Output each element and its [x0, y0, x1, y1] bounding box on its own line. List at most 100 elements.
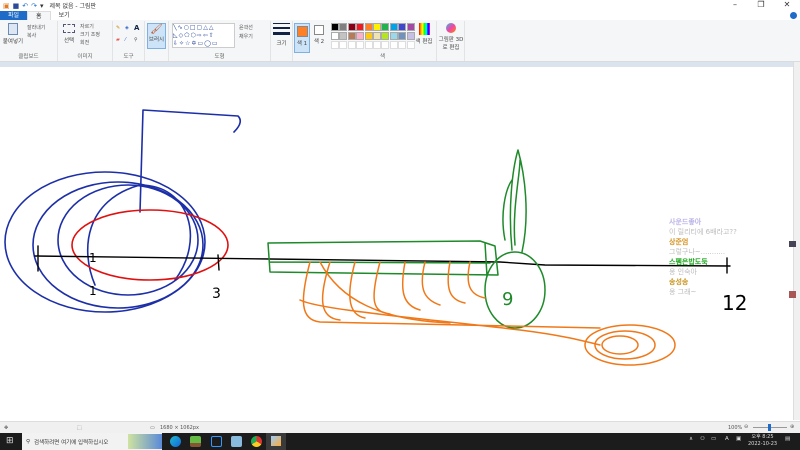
paint3d-button[interactable]: 그림판 3D로 편집 — [438, 23, 464, 51]
text-tool-icon[interactable]: A — [134, 24, 139, 32]
palette-swatch[interactable] — [389, 32, 398, 40]
ime-mode-icon[interactable]: ▣ — [736, 436, 741, 442]
color-selectors: 색 1 색 2 — [293, 21, 329, 61]
palette-swatch[interactable] — [381, 32, 390, 40]
zoom-in-button[interactable]: ⊕ — [790, 424, 794, 430]
shapes-gallery[interactable]: ╲∿○□▢△△ ◺◇⬠⬡⇨⇦⇧ ⇩✧☆✡▭◯▭ — [172, 23, 235, 48]
color1-button[interactable]: 색 1 — [294, 23, 310, 53]
paste-button[interactable]: 붙여넣기 — [2, 23, 24, 45]
colors-group-label: 색 — [379, 54, 386, 60]
color-picker-icon[interactable]: ⁄ — [125, 37, 126, 43]
minecraft-icon[interactable] — [190, 436, 201, 447]
undo-icon[interactable]: ↶ — [22, 2, 28, 10]
vegas-icon[interactable] — [211, 436, 222, 447]
brushes-button[interactable]: 🖌 브러시 — [147, 23, 166, 49]
palette-swatch[interactable] — [339, 32, 348, 40]
show-hidden-icons[interactable]: ∧ — [689, 436, 693, 442]
empty-swatch[interactable] — [373, 41, 381, 49]
clock-date: 2022-10-23 — [748, 441, 778, 447]
paint3d-group: 그림판 3D로 편집 — [437, 21, 465, 61]
taskbar-search-box[interactable]: ⚲ 검색하려면 여기에 입력하십시오 — [22, 433, 162, 450]
chrome-icon[interactable] — [251, 436, 262, 447]
palette-swatch[interactable] — [398, 23, 407, 31]
palette-swatch[interactable] — [373, 32, 381, 40]
cut-button[interactable]: 잘라내기 — [27, 24, 45, 31]
paint-taskbar-button[interactable] — [266, 433, 286, 450]
edge-icon[interactable] — [170, 436, 181, 447]
palette-swatch[interactable] — [356, 32, 365, 40]
palette-swatch[interactable] — [373, 23, 381, 31]
palette-swatch[interactable] — [347, 32, 356, 40]
search-highlight-image — [127, 434, 162, 449]
network-icon[interactable]: ⚇ — [700, 436, 705, 442]
title-bar: ▣ ■ ↶ ↷ ▾ 제목 없음 - 그림판 – ❐ ✕ — [0, 0, 800, 11]
empty-swatch[interactable] — [364, 41, 373, 49]
copy-button[interactable]: 복사 — [27, 32, 36, 39]
palette-swatch[interactable] — [406, 32, 415, 40]
ime-icon[interactable]: A — [725, 436, 729, 442]
clock-time: 오후 8:25 — [751, 434, 774, 440]
color2-button[interactable]: 색 2 — [312, 24, 326, 45]
size-group: 크기 — [271, 21, 293, 61]
empty-swatch[interactable] — [389, 41, 398, 49]
crop-button[interactable]: 자르기 — [80, 23, 94, 30]
chat-message: 이 릴리티에 6배라고?? — [669, 227, 737, 236]
color2-swatch — [314, 25, 324, 35]
size-button[interactable]: 크기 — [273, 23, 290, 47]
minimize-button[interactable]: – — [722, 0, 748, 9]
color-spectrum-icon — [418, 23, 430, 35]
empty-swatch[interactable] — [339, 41, 348, 49]
tab-home[interactable]: 홈 — [27, 11, 51, 20]
tools-group: ✎ ◈ A ▰ ⁄ ⚲ 도구 — [113, 21, 145, 61]
tools-group-label: 도구 — [123, 54, 134, 60]
fill-button[interactable]: 채우기 — [239, 33, 253, 40]
palette-swatch[interactable] — [364, 32, 373, 40]
palette-swatch[interactable] — [364, 23, 373, 31]
tab-view[interactable]: 보기 — [51, 11, 78, 20]
close-button[interactable]: ✕ — [774, 0, 800, 9]
maximize-button[interactable]: ❐ — [748, 0, 774, 9]
outline-button[interactable]: 윤곽선 — [239, 24, 253, 31]
empty-swatch[interactable] — [406, 41, 415, 49]
palette-swatch[interactable] — [381, 23, 390, 31]
size-label: 크기 — [276, 41, 287, 47]
fill-icon[interactable]: ◈ — [125, 25, 129, 31]
zoom-out-button[interactable]: ⊖ — [744, 424, 748, 430]
resize-button[interactable]: 크기 조정 — [80, 31, 100, 38]
palette-swatch[interactable] — [331, 32, 339, 40]
save-icon[interactable]: ■ — [13, 2, 20, 10]
empty-swatch[interactable] — [381, 41, 390, 49]
eraser-icon[interactable]: ▰ — [116, 37, 120, 43]
notifications-icon[interactable]: ▤ — [785, 436, 790, 442]
empty-swatch[interactable] — [356, 41, 365, 49]
brushes-label: 브러시 — [148, 37, 165, 43]
magnifier-icon[interactable]: ⚲ — [134, 37, 138, 43]
empty-swatch[interactable] — [331, 41, 339, 49]
edit-colors-button[interactable]: 색 편집 — [415, 23, 433, 45]
rotate-button[interactable]: 회전 — [80, 39, 89, 46]
help-icon[interactable] — [790, 12, 797, 19]
select-button[interactable]: 선택 — [61, 24, 77, 44]
palette-swatch[interactable] — [356, 23, 365, 31]
redo-icon[interactable]: ↷ — [31, 2, 37, 10]
empty-swatch[interactable] — [398, 41, 407, 49]
customize-dropdown-icon[interactable]: ▾ — [40, 2, 44, 10]
ribbon-tabs: 파일 홈 보기 — [0, 11, 800, 20]
palette-swatch[interactable] — [389, 23, 398, 31]
pencil-icon[interactable]: ✎ — [116, 25, 120, 31]
windows-start-icon[interactable]: ⊞ — [6, 437, 14, 446]
empty-swatch[interactable] — [347, 41, 356, 49]
chat-username: 상준엄 — [669, 238, 689, 246]
palette-swatch[interactable] — [331, 23, 339, 31]
palette-swatch[interactable] — [339, 23, 348, 31]
clock[interactable]: 오후 8:25 2022-10-23 — [748, 434, 777, 448]
palette-swatch[interactable] — [347, 23, 356, 31]
zoom-slider[interactable] — [753, 424, 787, 431]
search-icon: ⚲ — [26, 438, 31, 445]
keyboard-icon[interactable]: ▭ — [711, 436, 716, 442]
files-app-icon[interactable] — [231, 436, 242, 447]
tab-file[interactable]: 파일 — [0, 11, 28, 20]
palette-swatch[interactable] — [406, 23, 415, 31]
palette-swatch[interactable] — [398, 32, 407, 40]
cursor-position-icon: ✥ — [4, 425, 9, 431]
